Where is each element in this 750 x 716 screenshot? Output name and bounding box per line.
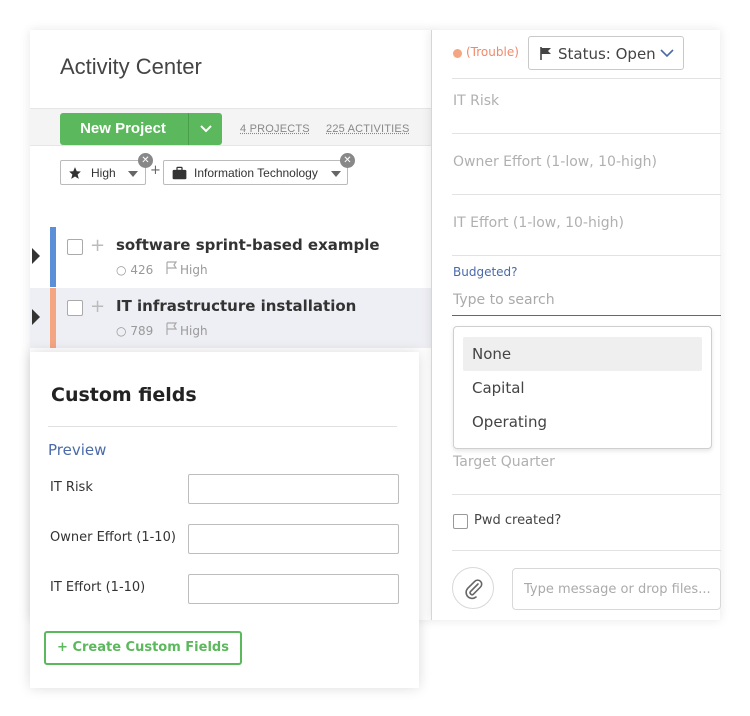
cf-it-risk-label: IT Risk: [50, 480, 93, 495]
project-name[interactable]: software sprint-based example: [116, 236, 380, 254]
filter-joiner: +: [150, 163, 161, 178]
cf-owner-effort-label: Owner Effort (1-10): [50, 530, 176, 545]
briefcase-icon: [172, 166, 187, 180]
project-priority: High: [180, 324, 208, 338]
status-dropdown[interactable]: Status: Open: [528, 36, 684, 70]
divider: [452, 255, 721, 256]
add-icon[interactable]: +: [90, 296, 105, 317]
divider: [452, 133, 721, 134]
page-title: Activity Center: [60, 54, 202, 79]
new-project-dropdown[interactable]: [188, 113, 222, 145]
option-capital[interactable]: Capital: [463, 371, 702, 405]
cf-it-effort-label: IT Effort (1-10): [50, 580, 146, 595]
activity-count-icon: ○: [116, 324, 127, 338]
cf-it-effort-input[interactable]: [188, 574, 399, 604]
cf-it-risk-input[interactable]: [188, 474, 399, 504]
option-none[interactable]: None: [463, 337, 702, 371]
flag-icon: [540, 47, 551, 60]
owner-effort-field[interactable]: Owner Effort (1-low, 10-high): [453, 154, 657, 170]
option-operating[interactable]: Operating: [463, 405, 702, 439]
divider: [452, 494, 721, 495]
filter-department[interactable]: Information Technology ✕: [163, 153, 355, 185]
divider: [452, 550, 721, 551]
project-name[interactable]: IT infrastructure installation: [116, 297, 356, 315]
projects-count-link[interactable]: 4 PROJECTS: [240, 123, 310, 135]
chevron-down-icon: [660, 49, 674, 58]
remove-filter-icon[interactable]: ✕: [340, 153, 355, 168]
target-quarter-field[interactable]: Target Quarter: [453, 454, 555, 470]
filter-priority[interactable]: High ✕: [60, 153, 153, 185]
divider: [48, 426, 397, 427]
toolbar: New Project 4 PROJECTS 225 ACTIVITIES: [30, 108, 432, 146]
divider: [452, 194, 721, 195]
filter-department-label: Information Technology: [194, 166, 318, 180]
custom-fields-card: Custom fields Preview IT Risk Owner Effo…: [30, 352, 419, 688]
activity-count: 789: [130, 324, 154, 338]
cf-owner-effort-input[interactable]: [188, 524, 399, 554]
caret-down-icon: [128, 171, 138, 177]
project-row[interactable]: + software sprint-based example ○ 426 Hi…: [30, 227, 432, 287]
project-meta: ○ 426 High: [116, 261, 208, 277]
it-risk-field[interactable]: IT Risk: [453, 93, 499, 109]
attach-button[interactable]: [452, 567, 494, 609]
divider: [452, 78, 721, 79]
expand-icon[interactable]: [32, 248, 40, 264]
project-meta: ○ 789 High: [116, 322, 208, 338]
paperclip-icon: [465, 579, 483, 600]
caret-down-icon: [331, 171, 341, 177]
flag-icon: [166, 261, 178, 274]
project-color-bar: [50, 227, 56, 287]
message-input[interactable]: [512, 568, 721, 610]
activity-count: 426: [130, 263, 154, 277]
pwd-created-label: Pwd created?: [474, 513, 562, 528]
star-icon: [69, 167, 81, 179]
create-custom-fields-button[interactable]: + Create Custom Fields: [44, 631, 242, 665]
custom-fields-title: Custom fields: [51, 384, 197, 406]
expand-icon[interactable]: [32, 309, 40, 325]
chevron-down-icon: [200, 125, 212, 133]
it-effort-field[interactable]: IT Effort (1-low, 10-high): [453, 215, 624, 231]
activity-count-icon: ○: [116, 263, 127, 277]
budgeted-search-input[interactable]: [452, 284, 721, 316]
flag-icon: [166, 322, 178, 335]
project-priority: High: [180, 263, 208, 277]
status-label: Status: Open: [558, 45, 656, 63]
project-checkbox[interactable]: [67, 300, 83, 316]
new-project-button[interactable]: New Project: [60, 113, 222, 145]
pwd-created-checkbox[interactable]: [453, 514, 468, 529]
activities-count-link[interactable]: 225 ACTIVITIES: [326, 123, 410, 135]
trouble-label: (Trouble): [466, 45, 519, 59]
trouble-status-dot: [453, 49, 462, 58]
budgeted-label: Budgeted?: [453, 265, 518, 279]
project-checkbox[interactable]: [67, 239, 83, 255]
project-color-bar: [50, 288, 56, 348]
add-icon[interactable]: +: [90, 235, 105, 256]
filter-priority-label: High: [91, 166, 116, 180]
project-detail-panel: (Trouble) Status: Open IT Risk Owner Eff…: [431, 30, 721, 620]
new-project-label: New Project: [80, 120, 166, 137]
project-row[interactable]: + IT infrastructure installation ○ 789 H…: [30, 288, 432, 348]
budgeted-options-dropdown: None Capital Operating: [453, 326, 712, 449]
preview-label: Preview: [48, 441, 107, 459]
